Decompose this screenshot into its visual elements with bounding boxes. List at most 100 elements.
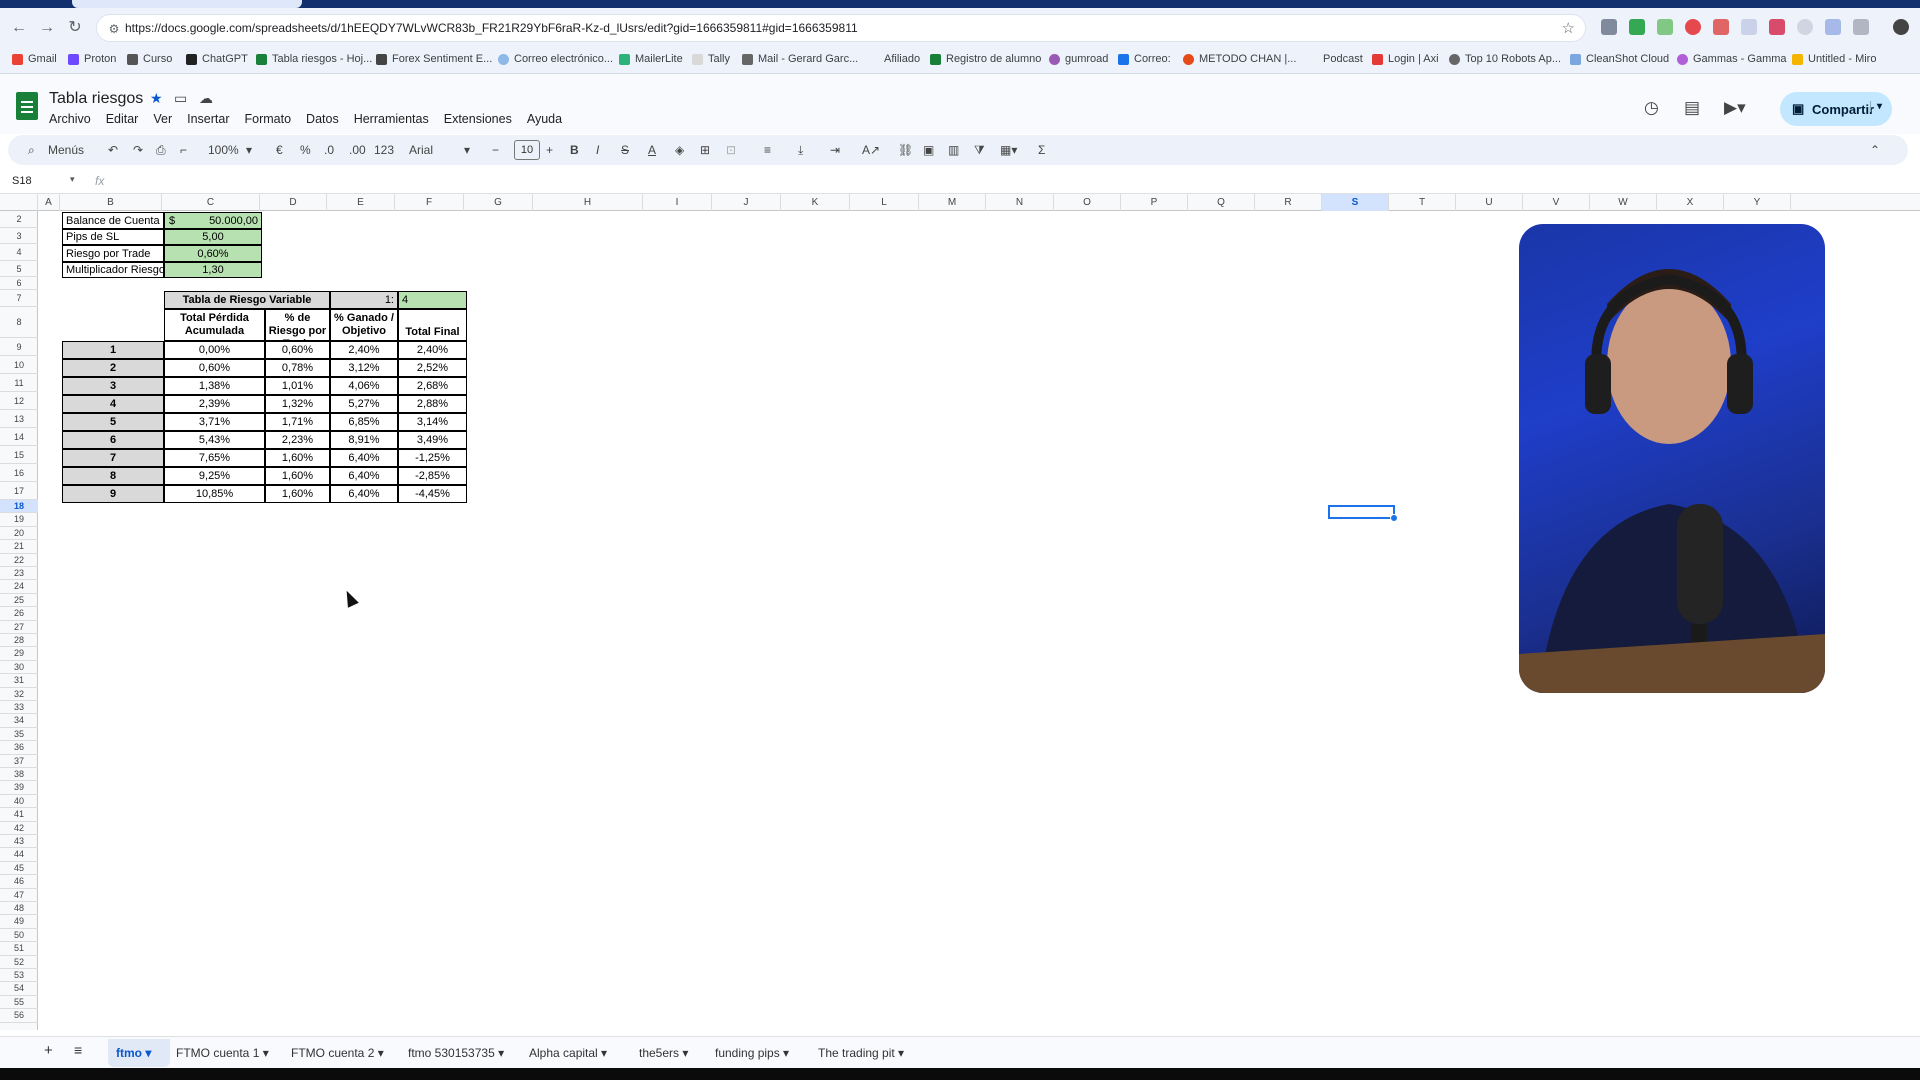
cell-riesgo[interactable]: 2,23%	[265, 431, 330, 449]
bookmark-item[interactable]: Curso	[127, 53, 172, 65]
cell-total-perdida[interactable]: 1,38%	[164, 377, 265, 395]
paint-format-icon[interactable]: ⌐	[180, 141, 187, 159]
bookmark-item[interactable]: Untitled - Miro	[1792, 53, 1876, 65]
fill-color-icon[interactable]: ◈	[675, 141, 684, 159]
row-number[interactable]: 1	[62, 341, 164, 359]
bookmark-item[interactable]: Gammas - Gamma	[1677, 53, 1787, 65]
chart-icon[interactable]: ▥	[948, 141, 959, 159]
sheet-tab[interactable]: The trading pit ▾	[818, 1046, 904, 1060]
row-number[interactable]: 9	[62, 485, 164, 503]
menu-search[interactable]: Menús	[48, 141, 84, 159]
cell-riesgo[interactable]: 1,71%	[265, 413, 330, 431]
menu-extensiones[interactable]: Extensiones	[444, 112, 512, 126]
decrease-decimal[interactable]: .0	[324, 141, 334, 159]
functions-icon[interactable]: Σ	[1038, 141, 1045, 159]
sheet-tab[interactable]: Alpha capital ▾	[529, 1046, 607, 1060]
bookmark-item[interactable]: Tally	[692, 53, 730, 65]
undo-icon[interactable]: ↶	[108, 141, 118, 159]
param-label[interactable]: Pips de SL	[62, 229, 164, 245]
cell-ganado[interactable]: 6,40%	[330, 449, 398, 467]
forward-icon[interactable]: →	[36, 17, 58, 39]
extension-icon[interactable]	[1657, 19, 1673, 35]
percent-format[interactable]: %	[300, 141, 311, 159]
search-icon[interactable]: ⌕	[28, 141, 35, 159]
param-value[interactable]: 1,30	[164, 262, 262, 278]
menu-insertar[interactable]: Insertar	[187, 112, 229, 126]
name-box[interactable]: S18	[12, 175, 32, 187]
cell-total-final[interactable]: -2,85%	[398, 467, 467, 485]
ratio-value[interactable]: 4	[398, 291, 467, 309]
selected-cell[interactable]	[1328, 505, 1398, 522]
all-sheets-icon[interactable]: ≡	[74, 1042, 82, 1058]
cell-total-perdida[interactable]: 0,60%	[164, 359, 265, 377]
cell-ganado[interactable]: 3,12%	[330, 359, 398, 377]
currency-format[interactable]: €	[276, 141, 283, 159]
cell-riesgo[interactable]: 0,60%	[265, 341, 330, 359]
bookmark-item[interactable]: Tabla riesgos - Hoj...	[256, 53, 372, 65]
bookmark-item[interactable]: METODO CHAN |...	[1183, 53, 1296, 65]
font-size-minus[interactable]: −	[492, 141, 499, 159]
merge-cells-icon[interactable]: ⊡	[726, 141, 736, 159]
cell-riesgo[interactable]: 1,60%	[265, 485, 330, 503]
cell-riesgo[interactable]: 1,60%	[265, 449, 330, 467]
cell-ganado[interactable]: 8,91%	[330, 431, 398, 449]
bookmark-item[interactable]: Proton	[68, 53, 116, 65]
cell-total-perdida[interactable]: 2,39%	[164, 395, 265, 413]
bookmark-item[interactable]: Top 10 Robots Ap...	[1449, 53, 1561, 65]
bookmark-item[interactable]: gumroad	[1049, 53, 1108, 65]
sheets-logo-icon[interactable]	[16, 92, 38, 120]
cell-total-final[interactable]: -1,25%	[398, 449, 467, 467]
bookmark-item[interactable]: MailerLite	[619, 53, 683, 65]
sheet-tab[interactable]: the5ers ▾	[639, 1046, 688, 1060]
chevron-down-icon[interactable]: ▾	[464, 141, 470, 159]
cell-total-final[interactable]: 2,52%	[398, 359, 467, 377]
row-number[interactable]: 5	[62, 413, 164, 431]
cell-total-perdida[interactable]: 0,00%	[164, 341, 265, 359]
cell-riesgo[interactable]: 0,78%	[265, 359, 330, 377]
profile-avatar[interactable]	[1893, 19, 1909, 35]
menu-herramientas[interactable]: Herramientas	[354, 112, 429, 126]
italic-icon[interactable]: I	[596, 141, 599, 159]
cell-total-final[interactable]: 2,68%	[398, 377, 467, 395]
bookmark-item[interactable]: Afiliado	[868, 53, 920, 65]
param-value[interactable]: $ 50.000,00	[164, 212, 262, 229]
extension-icon[interactable]	[1769, 19, 1785, 35]
param-value[interactable]: 5,00	[164, 229, 262, 245]
bookmark-item[interactable]: Gmail	[12, 53, 57, 65]
param-label[interactable]: Multiplicador Riesgo	[62, 262, 164, 278]
row-number[interactable]: 6	[62, 431, 164, 449]
extension-icon[interactable]	[1825, 19, 1841, 35]
collapse-toolbar-icon[interactable]: ⌃	[1870, 141, 1880, 159]
bookmark-item[interactable]: ChatGPT	[186, 53, 248, 65]
param-value[interactable]: 0,60%	[164, 245, 262, 262]
bookmark-item[interactable]: Correo:	[1118, 53, 1171, 65]
address-bar[interactable]: ⚙ https://docs.google.com/spreadsheets/d…	[96, 14, 1586, 42]
extension-icon[interactable]	[1741, 19, 1757, 35]
extension-icon[interactable]	[1685, 19, 1701, 35]
more-formats[interactable]: 123	[374, 141, 394, 159]
cell-total-final[interactable]: 3,14%	[398, 413, 467, 431]
cell-ganado[interactable]: 6,40%	[330, 485, 398, 503]
extension-icon[interactable]	[1601, 19, 1617, 35]
menu-ver[interactable]: Ver	[153, 112, 172, 126]
strikethrough-icon[interactable]: S	[621, 141, 629, 159]
text-color-icon[interactable]: A	[648, 141, 656, 159]
filter-icon[interactable]: ⧩	[974, 141, 985, 159]
chevron-down-icon[interactable]: ▾	[246, 141, 252, 159]
ratio-label[interactable]: 1:	[330, 291, 398, 309]
row-number[interactable]: 3	[62, 377, 164, 395]
row-number[interactable]: 8	[62, 467, 164, 485]
meet-icon[interactable]: ▶▾	[1724, 98, 1746, 118]
font-size-input[interactable]: 10	[514, 140, 540, 160]
sheet-tab[interactable]: funding pips ▾	[715, 1046, 789, 1060]
star-icon[interactable]: ★	[150, 90, 163, 107]
filter-views-icon[interactable]: ▦▾	[1000, 141, 1017, 159]
document-title[interactable]: Tabla riesgos	[49, 90, 143, 108]
font-size-plus[interactable]: +	[546, 141, 553, 159]
param-label[interactable]: Riesgo por Trade	[62, 245, 164, 262]
row-number[interactable]: 4	[62, 395, 164, 413]
align-horizontal-icon[interactable]: ≡	[764, 141, 771, 159]
reload-icon[interactable]: ↻	[64, 17, 86, 39]
share-button[interactable]: ▣ Compartir ▾	[1780, 92, 1892, 126]
move-folder-icon[interactable]: ▭	[174, 90, 187, 107]
